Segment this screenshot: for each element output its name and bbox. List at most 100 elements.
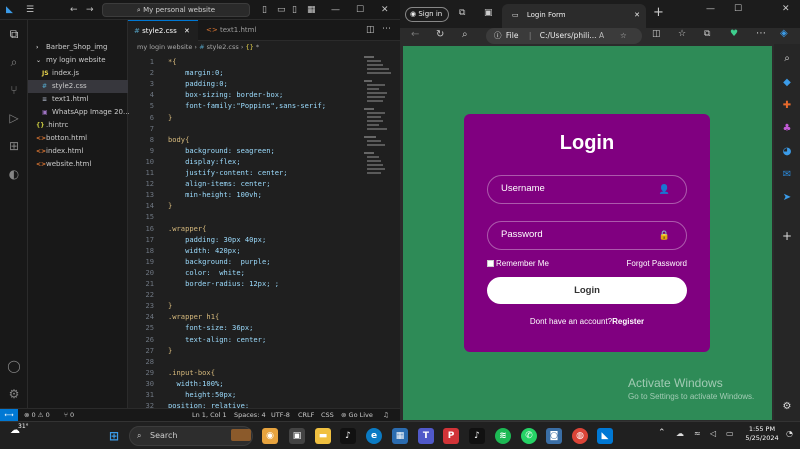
toggle-secondary-sidebar-icon[interactable]: ▯: [292, 4, 297, 16]
drop-icon[interactable]: ➤: [780, 191, 794, 205]
browser-essentials-icon[interactable]: ♥: [730, 29, 738, 39]
code-line[interactable]: }: [168, 200, 172, 211]
favorites-icon[interactable]: ☆: [678, 29, 686, 39]
indentation[interactable]: Spaces: 4: [234, 409, 266, 421]
tree-item-botton-html[interactable]: <>botton.html: [36, 132, 87, 145]
whatsapp-icon[interactable]: ✆: [521, 428, 537, 444]
run-debug-icon[interactable]: ▷: [6, 110, 22, 126]
tree-item-my-login-website[interactable]: ⌄ my login website: [36, 54, 106, 67]
code-line[interactable]: .wrapper h1{: [168, 311, 219, 322]
code-line[interactable]: align-items: center;: [168, 178, 270, 189]
tree-item-style2-css[interactable]: # style2.css: [28, 80, 128, 93]
show-hidden-icons-chevron-up-icon[interactable]: ⌃: [658, 428, 666, 438]
code-editor[interactable]: 1 *{2 margin:0; 3 padding:0; 4 box-sizing: …: [128, 54, 400, 410]
file-explorer-icon[interactable]: ▬: [315, 428, 331, 444]
code-line[interactable]: .input-box{: [168, 367, 215, 378]
favorite-star-icon[interactable]: ☆: [620, 28, 627, 44]
read-aloud-icon[interactable]: A: [599, 28, 604, 44]
new-tab-icon[interactable]: +: [653, 5, 664, 20]
password-field[interactable]: Password 🔒: [487, 221, 687, 250]
code-line[interactable]: min-height: 100vh;: [168, 189, 262, 200]
code-line[interactable]: height:50px;: [168, 389, 236, 400]
tab-login-form[interactable]: ▭ Login Form ✕: [502, 4, 646, 28]
code-line[interactable]: body{: [168, 134, 189, 145]
tiktok-app-icon[interactable]: ♪: [469, 428, 485, 444]
widgets-app-icon[interactable]: ◉: [262, 428, 278, 444]
workspaces-icon[interactable]: ⧉: [459, 8, 465, 18]
tree-item-website-html[interactable]: <>website.html: [36, 158, 91, 171]
cursor-position[interactable]: Ln 1, Col 1: [192, 409, 227, 421]
weather-widget[interactable]: ☁ 31°: [10, 423, 29, 436]
tools-icon[interactable]: ✚: [780, 99, 794, 113]
code-line[interactable]: width:100%;: [168, 378, 224, 389]
remote-indicator-icon[interactable]: ⟷: [0, 409, 18, 421]
tree-item-index-html[interactable]: <>index.html: [36, 145, 83, 158]
language-mode[interactable]: CSS: [321, 409, 334, 421]
toggle-sidebar-icon[interactable]: ▯: [262, 4, 267, 16]
system-clock[interactable]: 1:55 PM 5/25/2024: [742, 425, 782, 443]
problems-indicator[interactable]: ⊗ 0 ⚠ 0: [24, 409, 50, 421]
tab-actions-icon[interactable]: ▣: [484, 8, 493, 18]
store-icon[interactable]: ▦: [392, 428, 408, 444]
add-sidebar-app-icon[interactable]: +: [780, 229, 794, 243]
outlook-icon[interactable]: ✉: [780, 168, 794, 182]
code-line[interactable]: background: seagreen;: [168, 145, 275, 156]
forward-arrow-icon[interactable]: →: [86, 4, 94, 16]
go-live-button[interactable]: ⊚ Go Live: [341, 409, 373, 421]
code-line[interactable]: .wrapper{: [168, 223, 206, 234]
tab-text1-html[interactable]: <> text1.html: [200, 20, 270, 41]
task-view-icon[interactable]: ▣: [289, 428, 305, 444]
login-button[interactable]: Login: [487, 277, 687, 304]
code-line[interactable]: border-radius: 12px; ;: [168, 278, 279, 289]
split-screen-icon[interactable]: ◫: [652, 29, 661, 39]
notifications-bell-icon[interactable]: ♫: [383, 409, 389, 421]
close-window-icon[interactable]: ✕: [782, 4, 790, 14]
split-editor-icon[interactable]: ◫: [366, 25, 375, 35]
tree-item-index-js[interactable]: JS index.js: [42, 67, 79, 80]
notification-bell-icon[interactable]: ◔: [786, 429, 793, 438]
code-line[interactable]: }: [168, 300, 172, 311]
forgot-password-link[interactable]: Forgot Password: [627, 259, 687, 269]
code-line[interactable]: background: purple;: [168, 256, 270, 267]
encoding[interactable]: UTF-8: [271, 409, 290, 421]
settings-gear-icon[interactable]: ⚙: [6, 386, 22, 402]
close-tab-icon[interactable]: ✕: [634, 4, 640, 26]
command-center-search[interactable]: ⌕ My personal website: [102, 3, 250, 17]
vscode-taskbar-icon[interactable]: ◣: [597, 428, 613, 444]
menu-icon[interactable]: ☰: [26, 4, 34, 16]
ports-indicator[interactable]: ⑂ 0: [64, 409, 74, 421]
volume-icon[interactable]: ◁: [710, 429, 716, 438]
spotify-icon[interactable]: ≋: [495, 428, 511, 444]
camera-app-icon[interactable]: ◙: [546, 428, 562, 444]
tiktok-icon[interactable]: ♪: [340, 428, 356, 444]
battery-icon[interactable]: ▭: [726, 429, 734, 438]
back-arrow-icon[interactable]: ←: [70, 4, 78, 16]
search-icon[interactable]: ⌕: [780, 52, 794, 66]
code-line[interactable]: font-family:"Poppins",sans-serif;: [168, 100, 326, 111]
close-icon[interactable]: ✕: [381, 4, 389, 16]
code-line[interactable]: padding: 30px 40px;: [168, 234, 266, 245]
code-line[interactable]: margin:0;: [168, 67, 223, 78]
close-tab-icon[interactable]: ✕: [184, 27, 190, 35]
toggle-panel-icon[interactable]: ▭: [277, 4, 286, 16]
start-windows-icon[interactable]: ⊞: [106, 428, 122, 444]
tree-item-whatsapp-image[interactable]: ▣ WhatsApp Image 20...: [42, 106, 130, 119]
tree-item-hintrc[interactable]: {}.hintrc: [36, 119, 68, 132]
minimap[interactable]: [364, 54, 392, 184]
more-actions-icon[interactable]: ⋯: [382, 24, 391, 34]
code-line[interactable]: color: white;: [168, 267, 245, 278]
code-line[interactable]: *{: [168, 56, 177, 67]
code-line[interactable]: }: [168, 112, 172, 123]
source-control-icon[interactable]: ⑂: [6, 82, 22, 98]
back-icon[interactable]: ←: [411, 29, 419, 40]
username-field[interactable]: Username 👤: [487, 175, 687, 204]
search-icon[interactable]: ⌕: [6, 54, 22, 70]
microsoft-365-icon[interactable]: ◕: [780, 145, 794, 159]
sidebar-settings-icon[interactable]: ⚙: [780, 400, 794, 414]
account-icon[interactable]: ◯: [6, 358, 22, 374]
remember-checkbox[interactable]: [487, 260, 494, 267]
wifi-icon[interactable]: ≈: [694, 429, 701, 438]
explorer-icon[interactable]: ⧉: [6, 26, 22, 42]
code-line[interactable]: box-sizing: border-box;: [168, 89, 283, 100]
code-line[interactable]: text-align: center;: [168, 334, 266, 345]
